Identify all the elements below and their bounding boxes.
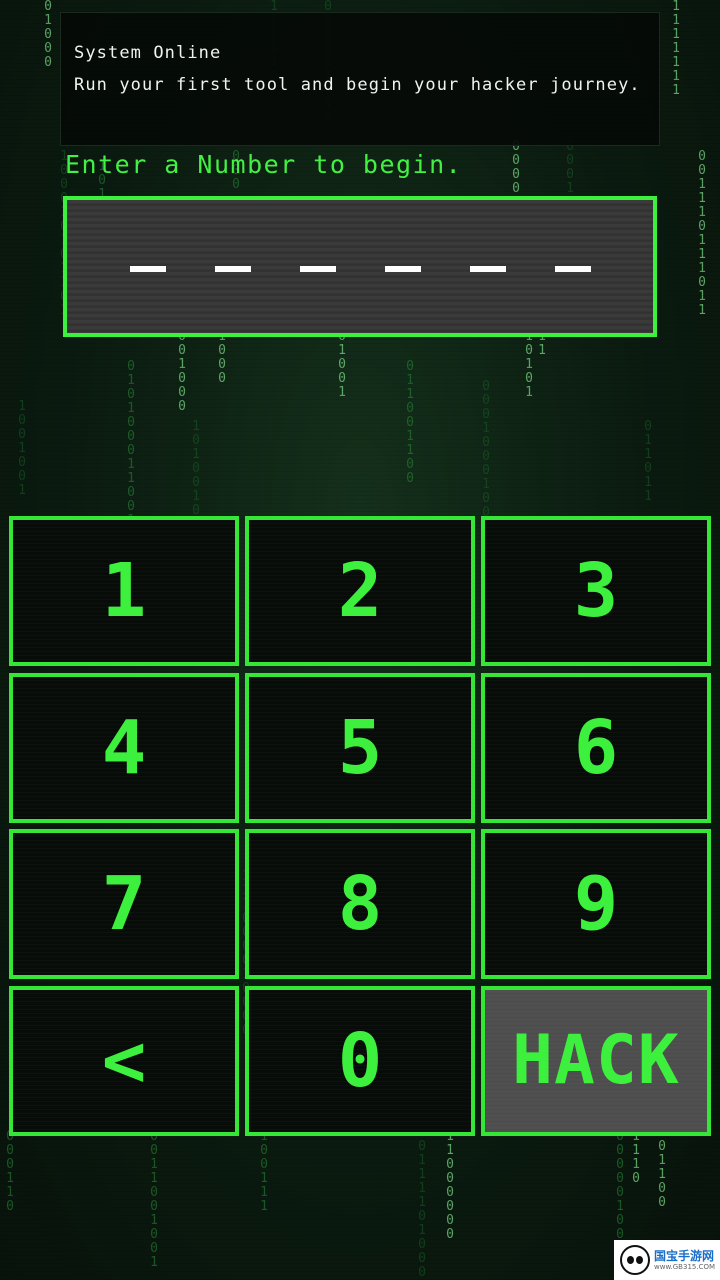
key-8-label: 8 [337,861,383,947]
panda-logo-icon [620,1245,650,1275]
matrix-column: 0 1 1 0 1 1 [644,419,652,504]
key-9-button[interactable]: 9 [481,829,711,979]
code-slot-6 [555,266,591,272]
key-4-button[interactable]: 4 [9,673,239,823]
message-body: Run your first tool and begin your hacke… [74,75,641,95]
matrix-column: 1 0 0 1 0 0 1 [18,399,26,498]
key-8-button[interactable]: 8 [245,829,475,979]
key-9-label: 9 [573,861,619,947]
numeric-keypad: 1 2 3 4 5 6 7 8 9 < 0 HACK [9,516,712,1138]
matrix-column: 0 0 0 1 0 0 0 1 0 0 [482,379,490,520]
code-slot-1 [130,266,166,272]
key-1-button[interactable]: 1 [9,516,239,666]
key-6-button[interactable]: 6 [481,673,711,823]
key-5-button[interactable]: 5 [245,673,475,823]
matrix-column: 0 0 1 1 0 0 1 0 0 1 [150,1129,158,1270]
matrix-column: 1 0 1 0 1 [525,330,533,400]
matrix-column: 0 0 1 1 1 0 1 1 1 0 1 1 [698,149,706,318]
enter-number-prompt: Enter a Number to begin. [65,150,463,179]
matrix-column: 0 0 0 0 [512,139,520,196]
hack-button-label: HACK [512,1021,680,1100]
matrix-column: 1 0 0 1 1 1 [260,1129,268,1214]
code-slot-5 [470,266,506,272]
code-display [63,196,657,337]
matrix-column: 0 1 0 0 0 [44,0,52,70]
key-7-label: 7 [101,861,147,947]
key-1-label: 1 [101,548,147,634]
matrix-column: 0 1 1 0 0 1 1 0 0 [406,359,414,486]
code-slot-3 [300,266,336,272]
key-2-label: 2 [337,548,383,634]
matrix-column: 1 0 0 0 [218,330,226,386]
key-5-label: 5 [337,705,383,791]
key-3-label: 3 [573,548,619,634]
system-message-panel: System Online Run your first tool and be… [60,12,660,146]
key-2-button[interactable]: 2 [245,516,475,666]
key-0-button[interactable]: 0 [245,986,475,1136]
key-7-button[interactable]: 7 [9,829,239,979]
message-title: System Online [74,43,222,63]
matrix-column: 0 1 1 0 0 [658,1139,666,1210]
watermark-url: www.GB315.COM [654,1262,716,1271]
matrix-column: 0 0 0 1 1 0 [6,1129,14,1214]
app-screen: 0 1 0 0 0 1 0 1 1 0 0 1 1 0 0 0 1 0 1 0 0 … [0,0,720,1280]
matrix-column: 0 0 0 0 0 1 0 0 [616,1129,624,1242]
key-6-label: 6 [573,705,619,791]
watermark-title: 国宝手游网 [654,1248,715,1263]
code-slot-2 [215,266,251,272]
code-slot-4 [385,266,421,272]
backspace-icon: < [101,1018,147,1104]
matrix-column: 0 1 0 1 0 0 0 1 1 0 0 1 [127,359,135,528]
matrix-column: 0 0 0 1 [566,139,574,196]
backspace-button[interactable]: < [9,986,239,1136]
site-watermark-logo: 国宝手游网 www.GB315.COM [614,1240,720,1280]
key-0-label: 0 [337,1018,383,1104]
matrix-column: 1 1 1 1 1 1 1 [672,0,680,98]
matrix-column: 0 1 1 1 1 0 1 0 0 0 0 1 [418,1139,426,1280]
matrix-column: 0 1 0 0 1 [338,330,346,400]
key-4-label: 4 [101,705,147,791]
matrix-column: 0 0 1 0 0 0 [178,330,186,414]
hack-button[interactable]: HACK [481,986,711,1136]
key-3-button[interactable]: 3 [481,516,711,666]
matrix-column: 1 1 1 0 [632,1129,640,1186]
matrix-column: 1 1 0 0 0 0 0 0 [446,1129,454,1242]
